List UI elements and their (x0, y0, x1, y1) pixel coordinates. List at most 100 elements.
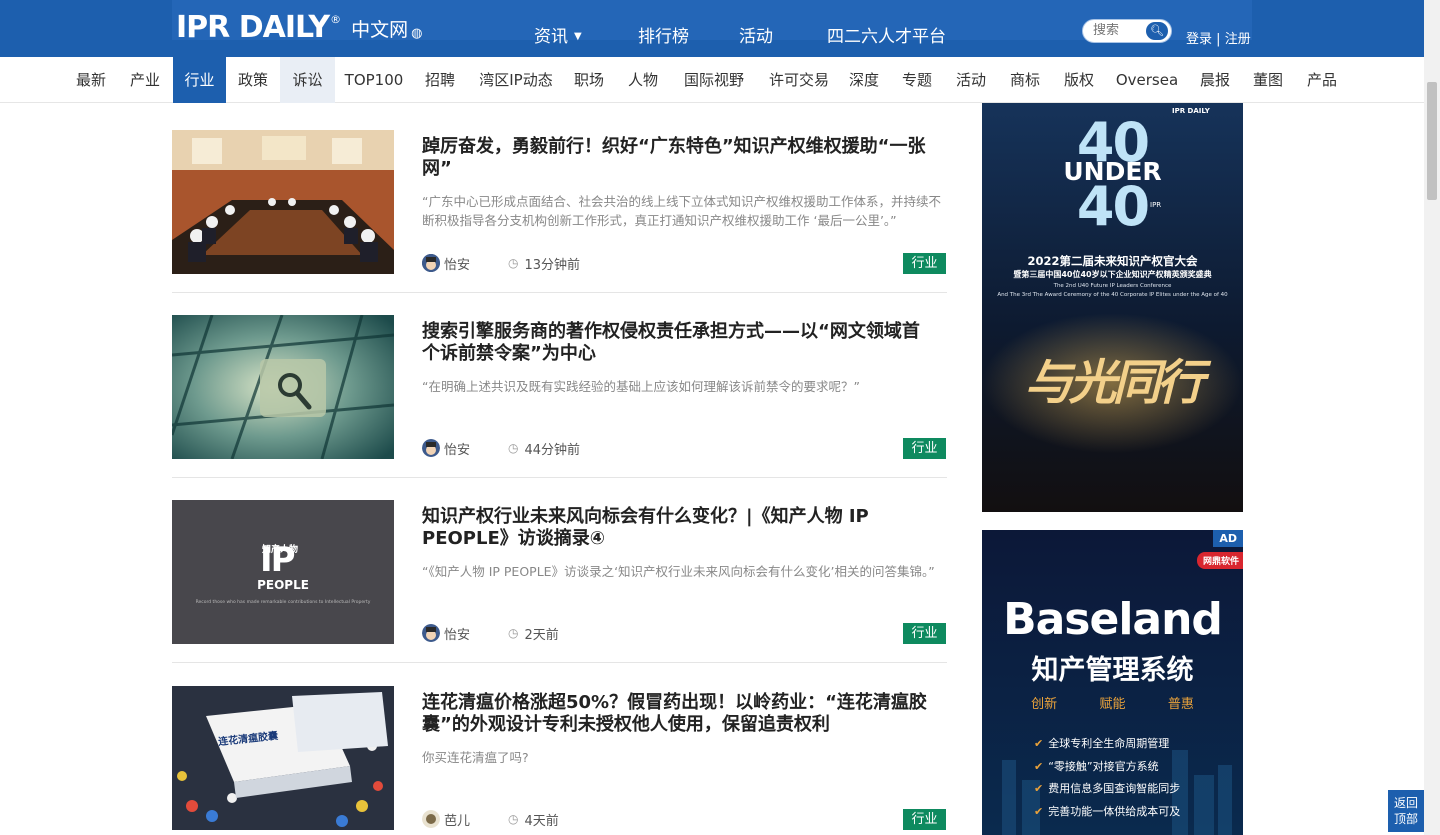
category-top100[interactable]: TOP100 (340, 57, 408, 103)
ad-feature-list: ✔ 全球专利全生命周期管理 ✔ “零接触”对接官方系统 ✔ 费用信息多国查询智能同步 … (1034, 733, 1180, 823)
clock-icon: ◷ (508, 441, 519, 455)
article-title[interactable]: 搜索引擎服务商的著作权侵权责任承担方式——以“网文领域首个诉前禁令案”为中心 (422, 321, 937, 365)
ad-slogan: 普惠 (1167, 697, 1194, 712)
category-nav: 最新 产业 行业 政策 诉讼 TOP100 招聘 湾区IP动态 职场 人物 国际… (0, 57, 1424, 103)
nav-item-news[interactable]: 资讯 ▼ (534, 22, 582, 47)
category-career[interactable]: 职场 (566, 57, 612, 103)
nav-item-talent-platform[interactable]: 四二六人才平台 (827, 22, 946, 47)
article-meta: 芭儿 ◷ 4天前 (422, 809, 559, 829)
category-licensing[interactable]: 许可交易 (761, 57, 837, 103)
article-item[interactable]: 搜索引擎服务商的著作权侵权责任承担方式——以“网文领域首个诉前禁令案”为中心 “… (172, 315, 947, 478)
ad-slogan: 赋能 (1099, 697, 1126, 712)
author-name[interactable]: 怡安 (444, 254, 470, 273)
ad-banner-u40[interactable]: IPR DAILY 40 UNDER 40 IPR 2022第二届未来知识产权官… (982, 103, 1243, 512)
clock-icon: ◷ (508, 256, 519, 270)
article-thumbnail[interactable] (172, 130, 394, 274)
ad-subtitle: 知产管理系统 (1031, 655, 1194, 686)
check-icon: ✔ (1034, 804, 1044, 818)
nav-item-news-label: 资讯 (534, 27, 568, 47)
scrollbar-thumb[interactable] (1427, 82, 1437, 200)
author-name[interactable]: 芭儿 (444, 810, 470, 829)
article-item[interactable]: 踔厉奋发，勇毅前行！织好“广东特色”知识产权维权援助“一张网” “广东中心已形成… (172, 130, 947, 293)
article-summary: “《知产人物 IP PEOPLE》访谈录之‘知识产权行业未来风向标会有什么变化’… (422, 564, 935, 579)
register-link[interactable]: 注册 (1225, 32, 1251, 47)
category-industry-sector[interactable]: 产业 (122, 57, 168, 103)
article-thumbnail[interactable]: 连花清瘟胶囊 (172, 686, 394, 830)
ad-calligraphy: 与光同行 (1024, 355, 1204, 411)
category-charts[interactable]: 董图 (1246, 57, 1290, 103)
article-title[interactable]: 踔厉奋发，勇毅前行！织好“广东特色”知识产权维权援助“一张网” (422, 136, 937, 180)
logo-registered-mark: ® (330, 13, 342, 26)
back-to-top-line-2: 顶部 (1393, 812, 1418, 826)
category-international[interactable]: 国际视野 (676, 57, 752, 103)
ad-number-bottom: 40 (1076, 175, 1150, 238)
check-icon: ✔ (1034, 759, 1044, 773)
category-people[interactable]: 人物 (620, 57, 666, 103)
ad-feature-item: ✔ “零接触”对接官方系统 (1034, 759, 1159, 773)
ad-english-line-2: And The 3rd The Award Ceremony of the 40… (997, 292, 1228, 298)
category-trademark[interactable]: 商标 (1003, 57, 1047, 103)
category-bay-area-ip[interactable]: 湾区IP动态 (472, 57, 560, 103)
category-trade[interactable]: 行业 (173, 57, 226, 103)
publish-time: 13分钟前 (524, 257, 581, 273)
publish-time: 2天前 (524, 627, 559, 643)
article-summary: 你买连花清瘟了吗? (422, 750, 529, 765)
publish-time: 44分钟前 (524, 442, 581, 458)
category-recruitment[interactable]: 招聘 (417, 57, 463, 103)
thumb-tagline: Record those who has made remarkable con… (195, 600, 371, 605)
category-tag[interactable]: 行业 (903, 253, 946, 274)
check-icon: ✔ (1034, 782, 1044, 795)
search-input[interactable] (1093, 23, 1153, 38)
category-oversea[interactable]: Oversea (1112, 57, 1182, 103)
category-tag[interactable]: 行业 (903, 809, 946, 830)
top-header: IPR DAILY ® 中文网 ◍ 资讯▼ 排行榜 活动 四二六人才平台 🔍︎ … (0, 0, 1424, 57)
page-scrollbar[interactable] (1424, 0, 1440, 835)
category-litigation[interactable]: 诉讼 (280, 57, 335, 103)
ad-badge: AD (1213, 530, 1243, 547)
article-item[interactable]: 知产人物 IP PEOPLE Record those who has made… (172, 500, 947, 663)
search-button[interactable]: 🔍︎ (1146, 22, 1168, 40)
clock-icon: ◷ (508, 626, 519, 640)
back-to-top-button[interactable]: 返回 顶部 (1388, 790, 1424, 832)
ad-feature-item: ✔ 完善功能一体供给成本可及 (1034, 804, 1181, 818)
thumb-ip-mark: IP (260, 540, 296, 580)
back-to-top-line-1: 返回 (1393, 796, 1418, 810)
category-morning-brief[interactable]: 晨报 (1193, 57, 1237, 103)
ad-partner-badge: 网鼎软件 (1196, 552, 1243, 569)
category-activities[interactable]: 活动 (949, 57, 993, 103)
category-policy[interactable]: 政策 (230, 57, 276, 103)
article-item[interactable]: 连花清瘟胶囊 连花清瘟价格涨超50%？假冒药出现！以岭药业：“连花清瘟胶囊”的外… (172, 686, 947, 835)
author-name[interactable]: 怡安 (444, 439, 470, 458)
article-title[interactable]: 连花清瘟价格涨超50%？假冒药出现！以岭药业：“连花清瘟胶囊”的外观设计专利未授… (422, 692, 937, 736)
author-avatar (422, 624, 440, 642)
category-in-depth[interactable]: 深度 (842, 57, 886, 103)
chevron-down-icon: ▼ (574, 31, 582, 42)
nav-item-ranking[interactable]: 排行榜 (638, 22, 689, 47)
category-special-topics[interactable]: 专题 (895, 57, 939, 103)
login-link[interactable]: 登录 (1186, 32, 1212, 47)
article-title[interactable]: 知识产权行业未来风向标会有什么变化？|《知产人物 IP PEOPLE》访谈摘录④ (422, 506, 937, 550)
ad-title: Baseland (1003, 594, 1223, 645)
article-thumbnail[interactable] (172, 315, 394, 459)
site-logo[interactable]: IPR DAILY ® 中文网 ◍ (176, 10, 423, 46)
category-tag[interactable]: 行业 (903, 438, 946, 459)
author-name[interactable]: 怡安 (444, 624, 470, 643)
nav-item-events[interactable]: 活动 (739, 22, 773, 47)
category-products[interactable]: 产品 (1300, 57, 1344, 103)
category-tag[interactable]: 行业 (903, 623, 946, 644)
ad-banner-baseland[interactable]: AD 网鼎软件 Baseland 知产管理系统 创新 赋能 普惠 ✔ 全球专利全生… (982, 530, 1243, 835)
article-meta: 怡安 ◷ 2天前 (422, 623, 559, 643)
ad-feature-item: ✔ 全球专利全生命周期管理 (1034, 737, 1170, 750)
author-avatar (422, 810, 440, 828)
author-avatar (422, 439, 440, 457)
ad-subtitle: 暨第三届中国40位40岁以下企业知识产权精英颁奖盛典 (1013, 270, 1212, 279)
check-icon: ✔ (1034, 737, 1044, 750)
category-copyright[interactable]: 版权 (1057, 57, 1101, 103)
category-latest[interactable]: 最新 (68, 57, 114, 103)
article-thumbnail[interactable]: 知产人物 IP PEOPLE Record those who has made… (172, 500, 394, 644)
ad-slogan: 创新 (1031, 697, 1058, 712)
ad-english-line-1: The 2nd U40 Future IP Leaders Conference (1053, 283, 1172, 289)
author-avatar (422, 254, 440, 272)
clock-icon: ◷ (508, 812, 519, 826)
ad-slogans: 创新 赋能 普惠 (982, 693, 1243, 712)
